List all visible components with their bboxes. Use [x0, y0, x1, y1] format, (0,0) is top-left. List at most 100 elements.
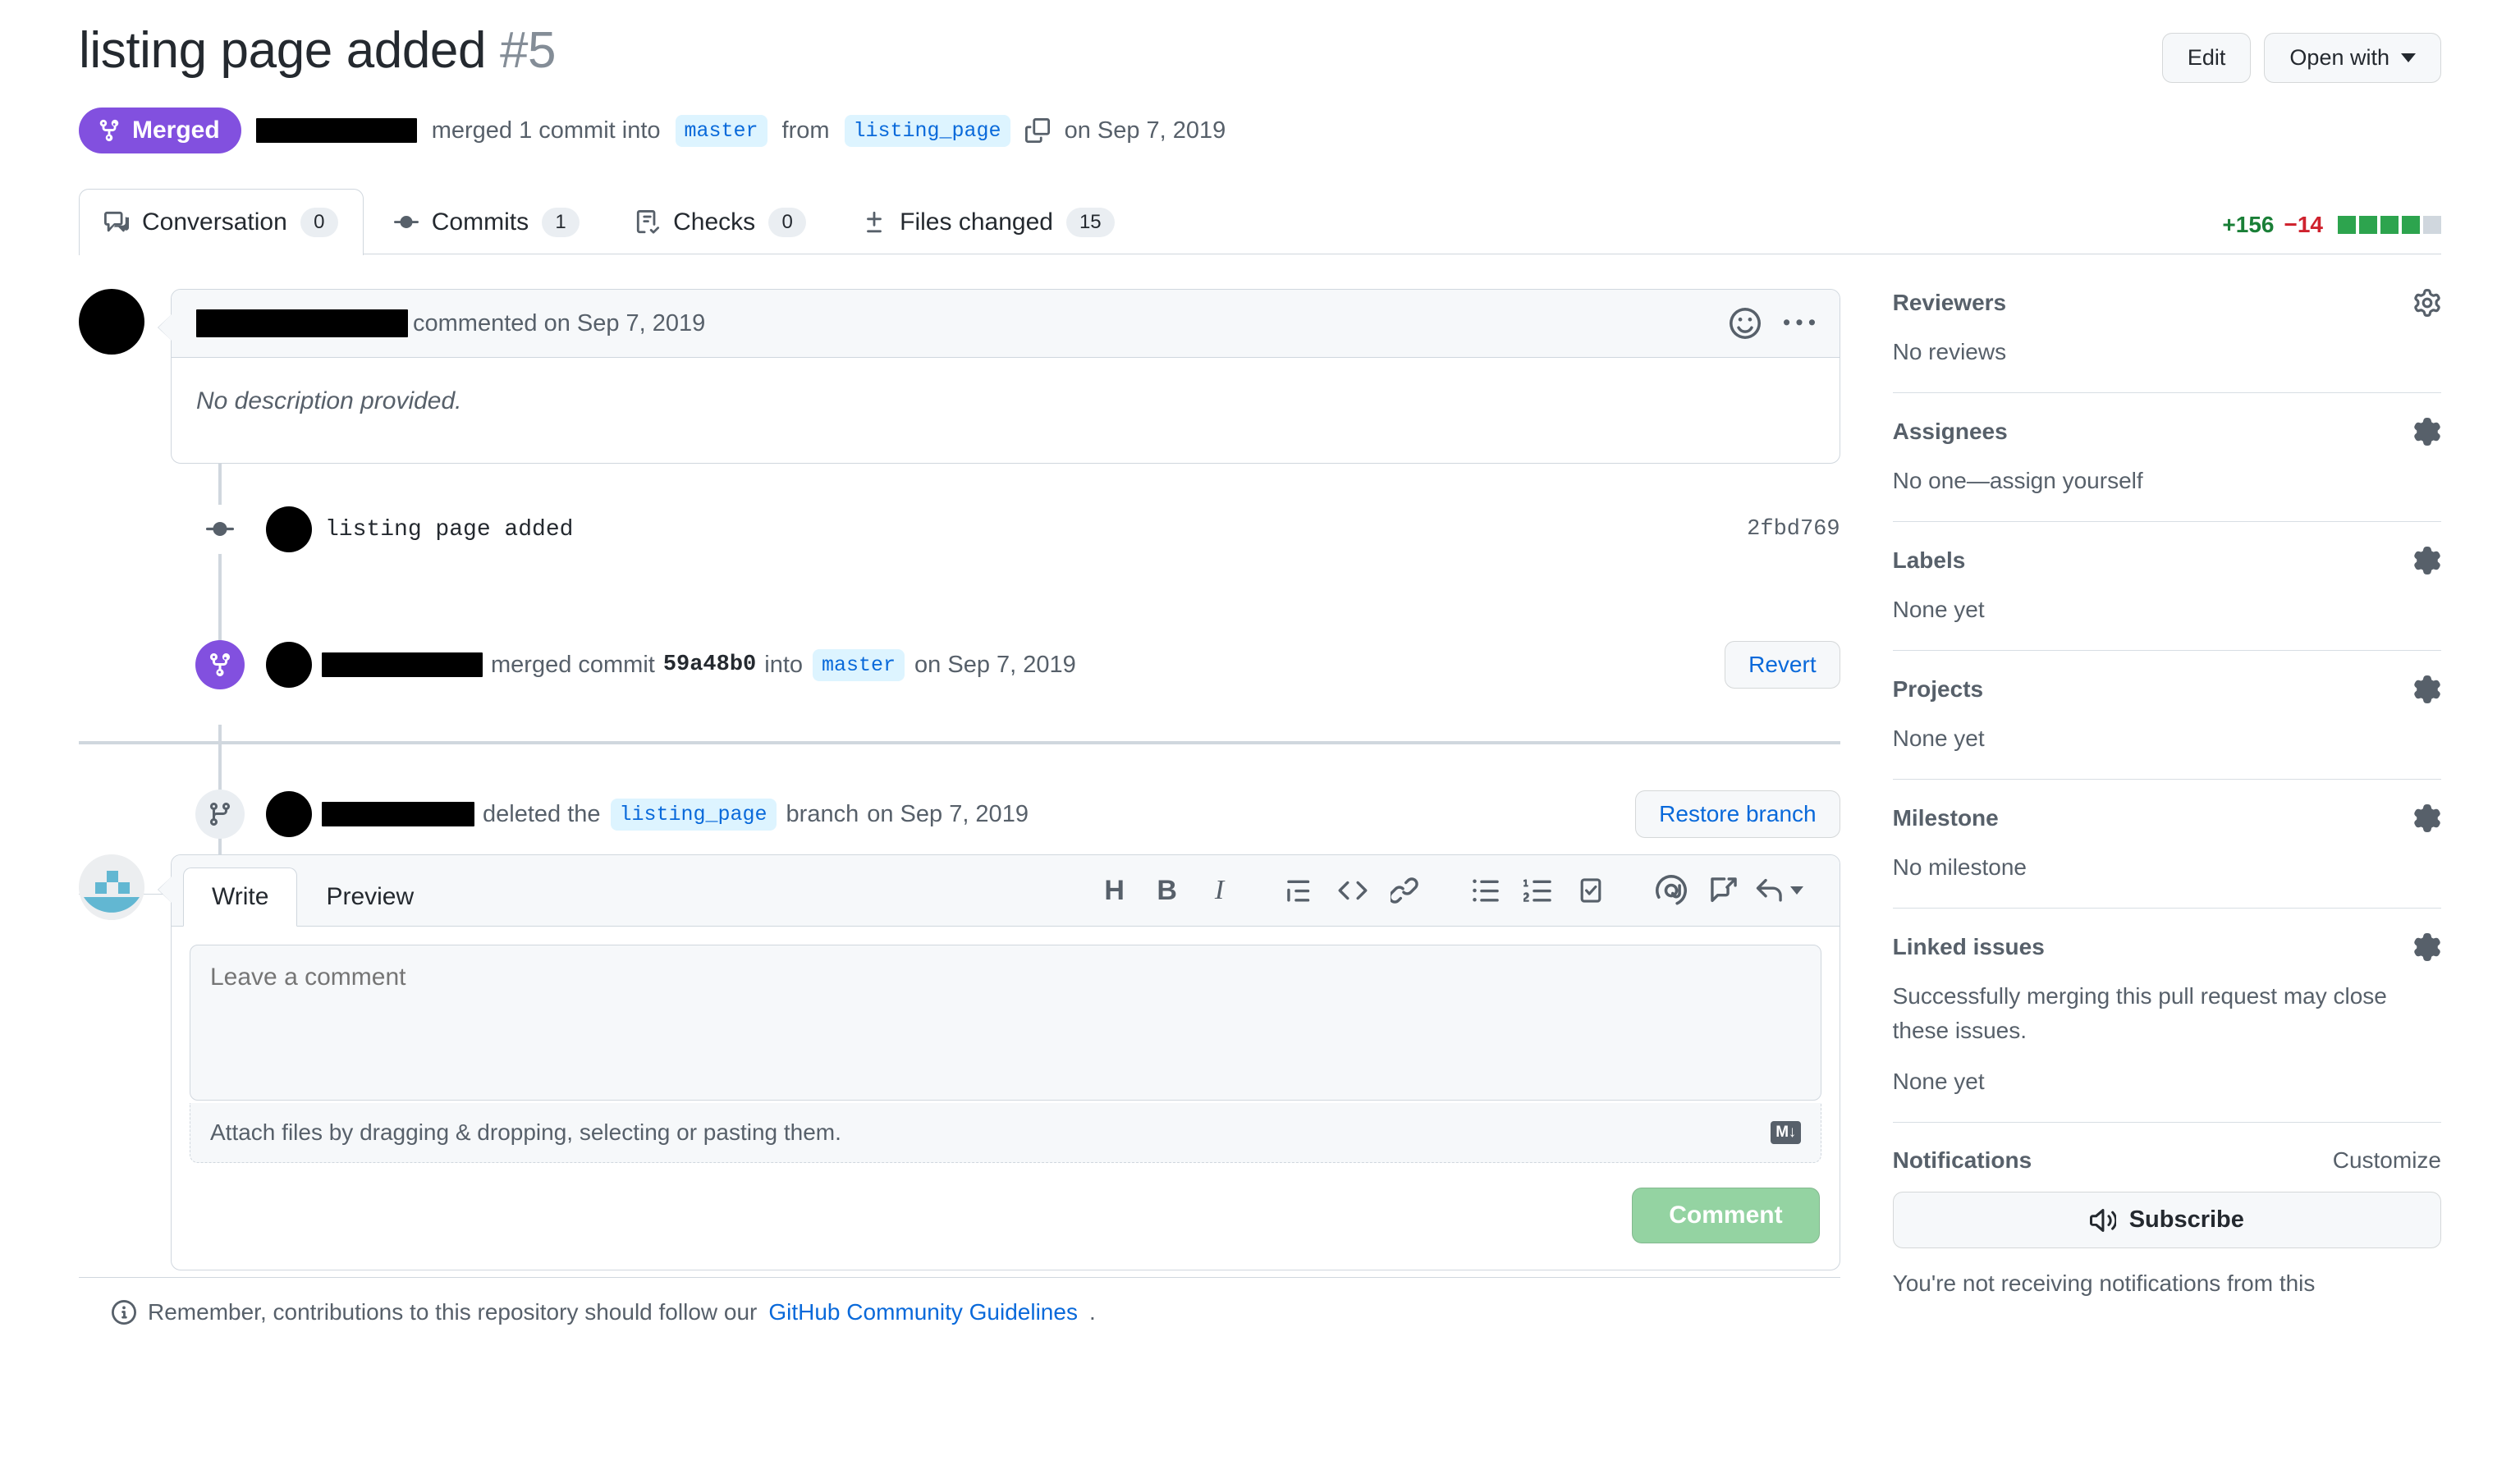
- cross-reference-icon[interactable]: [1702, 868, 1746, 913]
- code-icon[interactable]: [1331, 868, 1375, 913]
- comment-submit-button[interactable]: Comment: [1632, 1188, 1820, 1244]
- tab-conversation[interactable]: Conversation 0: [79, 189, 364, 256]
- comment-form-card: Write Preview H B I Leave a comment Atta…: [158, 854, 1840, 1271]
- mention-icon[interactable]: [1649, 868, 1693, 913]
- avatar[interactable]: [266, 506, 312, 553]
- quote-icon[interactable]: [1278, 868, 1322, 913]
- git-commit-icon: [393, 210, 419, 235]
- saved-reply-icon[interactable]: [1754, 868, 1803, 913]
- timeline-branch-author-redacted: [322, 802, 474, 827]
- timeline-merged-branch[interactable]: master: [813, 648, 905, 681]
- comment-header: commented on Sep 7, 2019: [172, 290, 1840, 359]
- tab-files-changed[interactable]: Files changed 15: [836, 189, 1140, 255]
- sidebar-linked-issues-header: Linked issues: [1893, 933, 2441, 962]
- kebab-menu-icon[interactable]: [1783, 308, 1815, 339]
- gear-icon[interactable]: [2413, 933, 2441, 962]
- sidebar-labels-header: Labels: [1893, 547, 2441, 575]
- diffstat-block: [2338, 216, 2356, 235]
- add-reaction-icon[interactable]: [1729, 308, 1761, 340]
- info-icon: [112, 1300, 136, 1325]
- tab-checks-label: Checks: [673, 208, 756, 236]
- italic-icon[interactable]: I: [1198, 868, 1242, 913]
- tab-commits[interactable]: Commits 1: [369, 189, 605, 255]
- comment-form-actions: Comment: [172, 1181, 1840, 1270]
- avatar[interactable]: [266, 642, 312, 689]
- markdown-toolbar: H B I: [1074, 868, 1821, 926]
- sidebar-section-labels: Labels None yet: [1892, 547, 2441, 652]
- timeline-merged-sha[interactable]: 59a48b0: [663, 652, 756, 677]
- timeline-merged-row: merged commit 59a48b0 into master on Sep…: [79, 595, 1840, 735]
- attach-files-text: Attach files by dragging & dropping, sel…: [210, 1119, 841, 1146]
- base-branch-chip[interactable]: master: [675, 114, 767, 147]
- markdown-icon[interactable]: M↓: [1771, 1121, 1801, 1145]
- edit-button[interactable]: Edit: [2161, 33, 2252, 84]
- comment-textarea-wrap: [172, 927, 1840, 1123]
- timeline-merged-prefix: merged commit: [491, 651, 655, 678]
- pr-body: commented on Sep 7, 2019 No description …: [79, 289, 2441, 1348]
- gear-icon[interactable]: [2413, 547, 2441, 575]
- chevron-down-icon: [2401, 53, 2416, 63]
- pr-sidebar: Reviewers No reviews Assignees No one—as…: [1892, 289, 2441, 1348]
- timeline-commit-message[interactable]: listing page added: [325, 517, 573, 542]
- pr-title-text: listing page added: [79, 22, 487, 79]
- avatar[interactable]: [266, 791, 312, 838]
- title-row: listing page added #5 Edit Open with: [79, 21, 2441, 84]
- gear-icon[interactable]: [2413, 675, 2441, 704]
- customize-notifications-link[interactable]: Customize: [2333, 1147, 2441, 1174]
- copy-icon[interactable]: [1024, 118, 1050, 144]
- tab-preview[interactable]: Preview: [297, 867, 442, 927]
- diffstat-block: [2380, 216, 2399, 235]
- sidebar-projects-title: Projects: [1892, 676, 1984, 703]
- sidebar-milestone-body: No milestone: [1892, 854, 2027, 881]
- timeline-branch-action: Restore branch: [1635, 790, 1840, 839]
- unordered-list-icon[interactable]: [1464, 868, 1508, 913]
- comment-thread-item: commented on Sep 7, 2019 No description …: [79, 289, 1840, 465]
- gear-icon[interactable]: [2413, 804, 2441, 833]
- revert-button[interactable]: Revert: [1725, 641, 1840, 689]
- diffstat-block: [2423, 216, 2441, 235]
- restore-branch-button[interactable]: Restore branch: [1635, 790, 1840, 839]
- tab-conversation-label: Conversation: [142, 208, 287, 236]
- gear-icon[interactable]: [2413, 418, 2441, 446]
- tab-commits-count: 1: [542, 208, 580, 238]
- bold-icon[interactable]: B: [1145, 868, 1189, 913]
- from-text: from: [781, 117, 830, 144]
- subscribe-label: Subscribe: [2128, 1206, 2244, 1234]
- subscribe-button[interactable]: Subscribe: [1892, 1192, 2441, 1249]
- ordered-list-icon[interactable]: [1516, 868, 1560, 913]
- comment-discussion-icon: [104, 210, 129, 235]
- sidebar-assignees-title: Assignees: [1892, 419, 2008, 445]
- heading-icon[interactable]: H: [1093, 868, 1137, 913]
- head-branch-chip[interactable]: listing_page: [844, 114, 1010, 147]
- avatar[interactable]: [79, 289, 144, 355]
- attach-files-bar[interactable]: Attach files by dragging & dropping, sel…: [190, 1103, 1821, 1164]
- tab-checks[interactable]: Checks 0: [610, 189, 832, 255]
- pr-number: #5: [499, 22, 557, 79]
- sidebar-reviewers-title: Reviewers: [1892, 290, 2007, 316]
- timeline-branch-date: on Sep 7, 2019: [867, 800, 1029, 827]
- new-comment-form: Write Preview H B I Leave a comment Atta…: [79, 854, 1840, 1271]
- git-commit-icon: [195, 505, 245, 555]
- sidebar-linked-issues-value: None yet: [1892, 1069, 1985, 1095]
- status-badge-label: Merged: [132, 117, 220, 144]
- link-icon[interactable]: [1383, 868, 1427, 913]
- task-list-icon[interactable]: [1569, 868, 1613, 913]
- guidelines-link[interactable]: GitHub Community Guidelines: [768, 1299, 1078, 1325]
- sidebar-assignees-body[interactable]: No one—assign yourself: [1893, 464, 2441, 498]
- timeline-merged-mid: into: [764, 651, 804, 678]
- chevron-down-icon: [1789, 886, 1803, 895]
- markdown-group-list: [1446, 868, 1631, 913]
- gear-icon[interactable]: [2413, 289, 2441, 318]
- sidebar-assignees-header: Assignees: [1893, 418, 2441, 446]
- timeline-merged-text: merged commit 59a48b0 into master on Sep…: [322, 648, 1076, 681]
- pr-state-row: Merged merged 1 commit into master from …: [79, 108, 2441, 154]
- timeline-commit-sha[interactable]: 2fbd769: [1747, 517, 1840, 542]
- current-user-avatar[interactable]: [79, 854, 144, 921]
- diffstat-block: [2359, 216, 2377, 235]
- tab-write[interactable]: Write: [183, 867, 298, 927]
- open-with-button[interactable]: Open with: [2264, 33, 2441, 84]
- notifications-status-text: You're not receiving notifications from …: [1892, 1270, 2316, 1297]
- header-actions: Edit Open with: [2161, 21, 2441, 84]
- comment-form-header: Write Preview H B I: [172, 855, 1840, 927]
- comment-input[interactable]: [190, 945, 1821, 1101]
